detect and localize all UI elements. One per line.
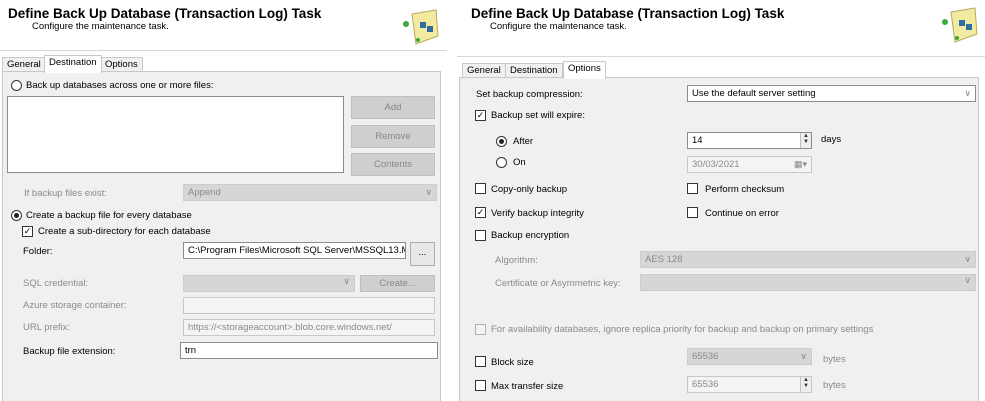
max-transfer-checkbox[interactable] [475, 380, 486, 391]
contents-button[interactable]: Contents [351, 153, 435, 176]
spinner-icon[interactable]: ▲ ▼ [800, 377, 811, 392]
chevron-down-icon: ∨ [425, 187, 432, 197]
backup-expire-checkbox[interactable]: ✓ [475, 110, 486, 121]
dialog-title: Define Back Up Database (Transaction Log… [471, 6, 785, 21]
chevron-down-icon: ∨ [800, 351, 807, 361]
verify-integrity-label: Verify backup integrity [491, 208, 584, 219]
folder-input[interactable]: C:\Program Files\Microsoft SQL Server\MS… [183, 242, 406, 259]
chevron-down-icon: ∨ [964, 254, 971, 264]
backup-across-files-radio[interactable] [11, 80, 22, 91]
tab-options[interactable]: Options [563, 61, 606, 79]
expire-days-value: 14 [692, 135, 703, 146]
dialog-header: Define Back Up Database (Transaction Log… [0, 0, 447, 51]
compression-value: Use the default server setting [692, 88, 816, 99]
tab-general[interactable]: General [462, 63, 506, 78]
algorithm-label: Algorithm: [495, 255, 538, 266]
certificate-label: Certificate or Asymmetric key: [495, 278, 621, 289]
url-prefix-label: URL prefix: [23, 322, 71, 333]
expire-on-radio[interactable] [496, 157, 507, 168]
continue-on-error-label: Continue on error [705, 208, 779, 219]
max-transfer-label: Max transfer size [491, 381, 564, 392]
block-size-unit: bytes [823, 354, 846, 365]
copy-only-checkbox[interactable] [475, 183, 486, 194]
perform-checksum-label: Perform checksum [705, 184, 785, 195]
block-size-label: Block size [491, 357, 534, 368]
availability-checkbox[interactable] [475, 324, 486, 335]
azure-container-label: Azure storage container: [23, 300, 127, 311]
perform-checksum-checkbox[interactable] [687, 183, 698, 194]
max-transfer-input[interactable]: 65536 ▲ ▼ [687, 376, 812, 393]
block-size-checkbox[interactable] [475, 356, 486, 367]
certificate-select[interactable]: ∨ [640, 274, 976, 291]
tab-destination[interactable]: Destination [44, 55, 102, 73]
max-transfer-value: 65536 [692, 379, 719, 390]
days-label: days [821, 134, 842, 145]
availability-label: For availability databases, ignore repli… [491, 324, 874, 335]
spinner-icon[interactable]: ▲ ▼ [800, 133, 811, 148]
expire-after-label: After [513, 136, 534, 147]
expire-on-label: On [513, 157, 526, 168]
verify-integrity-checkbox[interactable]: ✓ [475, 207, 486, 218]
azure-container-input[interactable] [183, 297, 435, 314]
maintenance-wizard-icon [942, 7, 978, 43]
create-subdirectory-checkbox[interactable]: ✓ [22, 226, 33, 237]
destination-tab-content: Back up databases across one or more fil… [2, 71, 441, 401]
folder-label: Folder: [23, 246, 53, 257]
backup-encryption-label: Backup encryption [491, 230, 570, 241]
left-dialog: Define Back Up Database (Transaction Log… [0, 0, 447, 401]
algorithm-select[interactable]: AES 128 ∨ [640, 251, 976, 268]
create-file-every-db-radio[interactable] [11, 210, 22, 221]
right-dialog: Define Back Up Database (Transaction Log… [457, 0, 985, 401]
expire-days-input[interactable]: 14 ▲ ▼ [687, 132, 812, 149]
create-file-every-db-label: Create a backup file for every database [26, 210, 192, 221]
chevron-down-icon: ∨ [343, 276, 350, 286]
backup-encryption-checkbox[interactable] [475, 230, 486, 241]
compression-select[interactable]: Use the default server setting ∨ [687, 85, 976, 102]
dialog-title: Define Back Up Database (Transaction Log… [8, 6, 322, 21]
dialog-header: Define Back Up Database (Transaction Log… [457, 0, 985, 57]
continue-on-error-checkbox[interactable] [687, 207, 698, 218]
tab-destination[interactable]: Destination [505, 63, 563, 78]
dialog-subtitle: Configure the maintenance task. [490, 21, 627, 32]
backup-files-list[interactable] [7, 96, 344, 173]
block-size-select[interactable]: 65536 ∨ [687, 348, 812, 365]
if-backup-exists-select[interactable]: Append ∨ [183, 184, 437, 201]
dialog-subtitle: Configure the maintenance task. [32, 21, 169, 32]
if-backup-exists-value: Append [188, 187, 221, 198]
tab-options[interactable]: Options [100, 57, 143, 72]
create-subdirectory-label: Create a sub-directory for each database [38, 226, 211, 237]
expire-date-value: 30/03/2021 [692, 159, 740, 170]
url-prefix-input[interactable]: https://<storageaccount>.blob.core.windo… [183, 319, 435, 336]
sql-credential-label: SQL credential: [23, 278, 89, 289]
chevron-down-icon: ∨ [964, 88, 971, 98]
copy-only-label: Copy-only backup [491, 184, 568, 195]
options-tab-content: Set backup compression: Use the default … [459, 77, 979, 401]
create-credential-button[interactable]: Create... [360, 275, 435, 292]
calendar-icon[interactable]: ▦▾ [794, 157, 807, 172]
sql-credential-select[interactable]: ∨ [183, 275, 355, 292]
expire-after-radio[interactable] [496, 136, 507, 147]
backup-expire-label: Backup set will expire: [491, 110, 585, 121]
backup-extension-input[interactable]: trn [180, 342, 438, 359]
chevron-down-icon: ∨ [964, 275, 971, 285]
expire-date-input[interactable]: 30/03/2021 ▦▾ [687, 156, 812, 173]
backup-extension-label: Backup file extension: [23, 346, 116, 357]
maintenance-wizard-icon [403, 9, 439, 45]
tab-general[interactable]: General [2, 57, 46, 72]
if-backup-exists-label: If backup files exist: [24, 188, 107, 199]
block-size-value: 65536 [692, 351, 719, 362]
add-button[interactable]: Add [351, 96, 435, 119]
backup-across-files-label: Back up databases across one or more fil… [26, 80, 214, 91]
algorithm-value: AES 128 [645, 254, 683, 265]
compression-label: Set backup compression: [476, 89, 583, 100]
remove-button[interactable]: Remove [351, 125, 435, 148]
max-transfer-unit: bytes [823, 380, 846, 391]
browse-folder-button[interactable]: ... [410, 242, 435, 266]
